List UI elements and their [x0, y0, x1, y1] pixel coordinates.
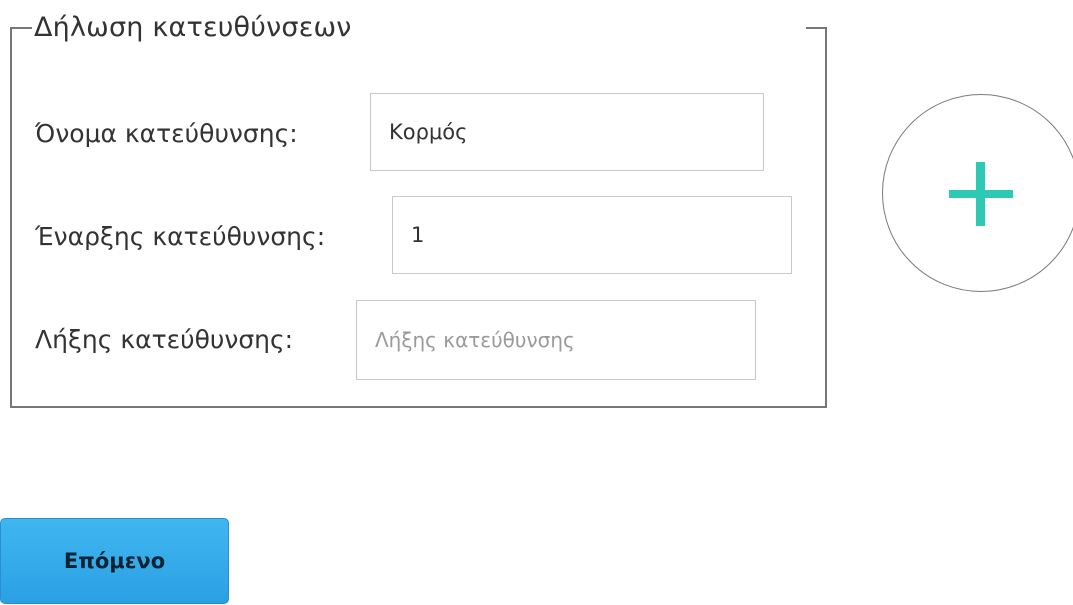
- fieldset-border-top-left: [10, 27, 32, 29]
- direction-name-input[interactable]: [370, 93, 764, 171]
- plus-icon: [949, 162, 1013, 226]
- fieldset-legend: Δήλωση κατευθύνσεων: [34, 12, 352, 43]
- direction-start-input[interactable]: [392, 196, 792, 274]
- direction-name-label: Όνομα κατεύθυνσης:: [35, 119, 298, 148]
- fieldset-border-top-right: [806, 27, 827, 29]
- next-button[interactable]: Επόμενο: [0, 518, 229, 604]
- direction-end-input[interactable]: [356, 300, 756, 380]
- direction-start-label: Έναρξης κατεύθυνσης:: [35, 222, 326, 251]
- direction-end-label: Λήξης κατεύθυνσης:: [35, 325, 294, 354]
